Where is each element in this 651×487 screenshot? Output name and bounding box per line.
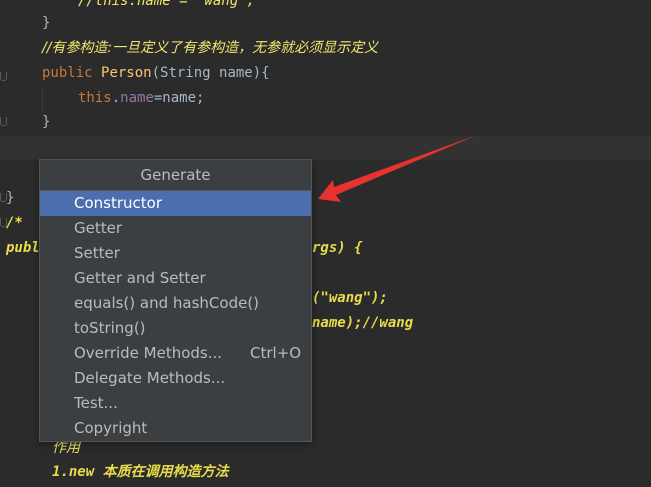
red-arrow-icon: [318, 135, 477, 202]
